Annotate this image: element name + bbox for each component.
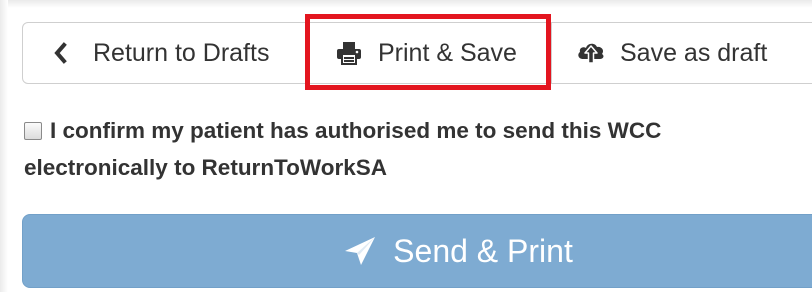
send-and-print-button[interactable]: Send & Print [22,214,812,288]
consent-text-line1: I confirm my patient has authorised me t… [50,118,662,143]
consent-checkbox-row: I confirm my patient has authorised me t… [24,112,812,186]
chevron-left-icon [49,42,71,64]
print-icon [335,41,363,65]
send-and-print-label: Send & Print [393,232,573,269]
action-button-group: Return to Drafts Print & Save Save as dr… [22,22,812,84]
return-to-drafts-button[interactable]: Return to Drafts [22,22,307,84]
cloud-upload-icon [576,41,606,65]
send-icon [343,235,377,267]
save-as-draft-button[interactable]: Save as draft [551,22,812,84]
save-as-draft-label: Save as draft [620,38,768,67]
wcc-action-panel: Return to Drafts Print & Save Save as dr… [0,0,812,292]
panel-left-shadow [0,0,8,292]
consent-checkbox[interactable] [24,122,42,140]
print-and-save-button[interactable]: Print & Save [306,22,552,84]
return-to-drafts-label: Return to Drafts [93,38,270,67]
send-and-print-content: Send & Print [343,233,573,270]
panel-top-shadow [0,0,812,8]
consent-text-line2: electronically to ReturnToWorkSA [24,155,387,180]
print-and-save-label: Print & Save [378,38,517,67]
